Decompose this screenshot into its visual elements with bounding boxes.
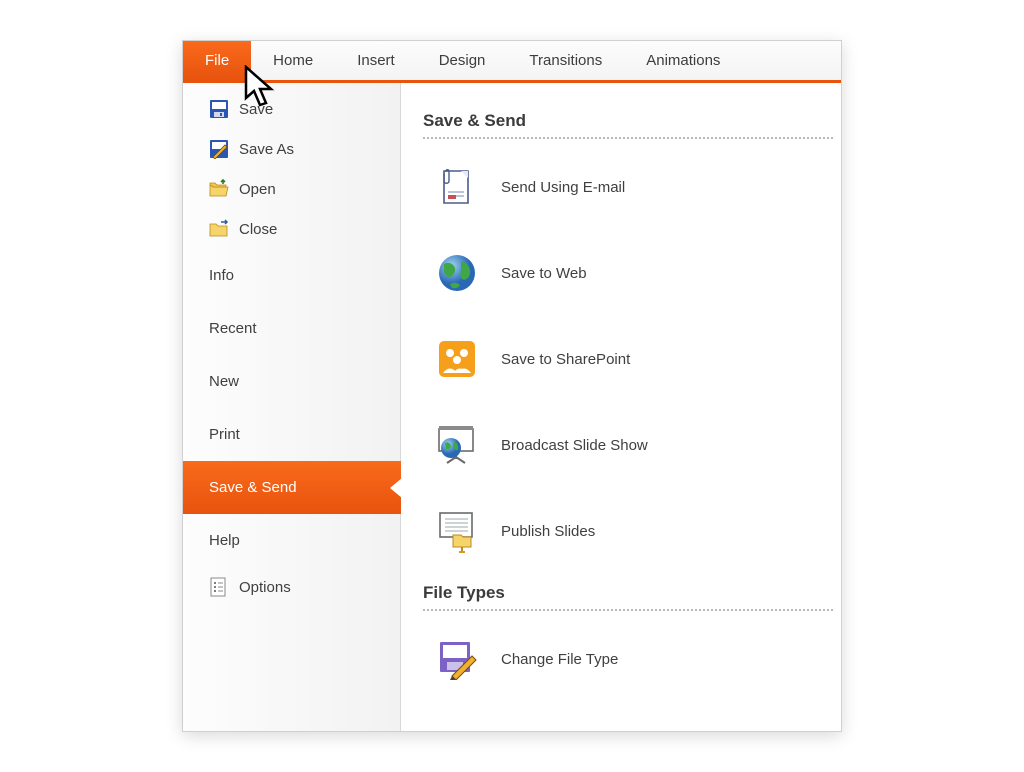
backstage-window: File Home Insert Design Transitions Anim…	[182, 40, 842, 732]
broadcast-icon	[435, 423, 479, 467]
sidebar-item-label: New	[209, 373, 239, 390]
section-divider	[423, 137, 833, 139]
option-label: Save to Web	[501, 265, 587, 282]
option-label: Save to SharePoint	[501, 351, 630, 368]
sidebar-item-save[interactable]: Save	[183, 89, 400, 129]
ribbon-tab-animations[interactable]: Animations	[624, 41, 742, 80]
sidebar-item-new[interactable]: New	[183, 355, 400, 408]
backstage-body: Save Save As Open	[183, 83, 841, 731]
sidebar-item-options[interactable]: Options	[183, 567, 400, 607]
sidebar-item-label: Save & Send	[209, 479, 297, 496]
option-label: Send Using E-mail	[501, 179, 625, 196]
sidebar-item-label: Open	[239, 181, 276, 198]
sidebar-item-label: Recent	[209, 320, 257, 337]
option-change-file-type[interactable]: Change File Type	[423, 625, 833, 693]
globe-icon	[436, 252, 478, 294]
backstage-content: Save & Send Send Using E-mail	[401, 83, 841, 731]
option-save-sharepoint[interactable]: Save to SharePoint	[423, 325, 833, 393]
sidebar-item-open[interactable]: Open	[183, 169, 400, 209]
ribbon-tab-design[interactable]: Design	[417, 41, 508, 80]
email-icon	[436, 167, 478, 207]
option-send-email[interactable]: Send Using E-mail	[423, 153, 833, 221]
sidebar-item-recent[interactable]: Recent	[183, 302, 400, 355]
backstage-sidebar: Save Save As Open	[183, 83, 401, 731]
option-label: Publish Slides	[501, 523, 595, 540]
ribbon-tab-bar: File Home Insert Design Transitions Anim…	[183, 41, 841, 83]
options-icon	[209, 577, 229, 597]
option-label: Change File Type	[501, 651, 618, 668]
option-label: Broadcast Slide Show	[501, 437, 648, 454]
publish-icon	[435, 509, 479, 553]
mouse-cursor-icon	[243, 65, 279, 109]
sidebar-item-label: Close	[239, 221, 277, 238]
sidebar-item-save-send[interactable]: Save & Send	[183, 461, 401, 514]
sidebar-item-save-as[interactable]: Save As	[183, 129, 400, 169]
sidebar-item-close[interactable]: Close	[183, 209, 400, 249]
sidebar-item-label: Help	[209, 532, 240, 549]
option-save-web[interactable]: Save to Web	[423, 239, 833, 307]
sidebar-item-label: Options	[239, 579, 291, 596]
section-title-file-types: File Types	[423, 583, 833, 603]
ribbon-tab-insert[interactable]: Insert	[335, 41, 417, 80]
save-icon	[209, 99, 229, 119]
sidebar-item-label: Print	[209, 426, 240, 443]
ribbon-tab-file[interactable]: File	[183, 41, 251, 80]
sidebar-item-label: Info	[209, 267, 234, 284]
save-as-icon	[209, 139, 229, 159]
open-icon	[209, 179, 229, 199]
sidebar-item-print[interactable]: Print	[183, 408, 400, 461]
change-file-type-icon	[436, 638, 478, 680]
option-publish-slides[interactable]: Publish Slides	[423, 497, 833, 565]
ribbon-tab-transitions[interactable]: Transitions	[507, 41, 624, 80]
close-folder-icon	[209, 219, 229, 239]
option-broadcast-slide-show[interactable]: Broadcast Slide Show	[423, 411, 833, 479]
section-divider	[423, 609, 833, 611]
sidebar-item-help[interactable]: Help	[183, 514, 400, 567]
sidebar-item-label: Save As	[239, 141, 294, 158]
sharepoint-icon	[436, 338, 478, 380]
section-title-save-send: Save & Send	[423, 111, 833, 131]
sidebar-item-info[interactable]: Info	[183, 249, 400, 302]
